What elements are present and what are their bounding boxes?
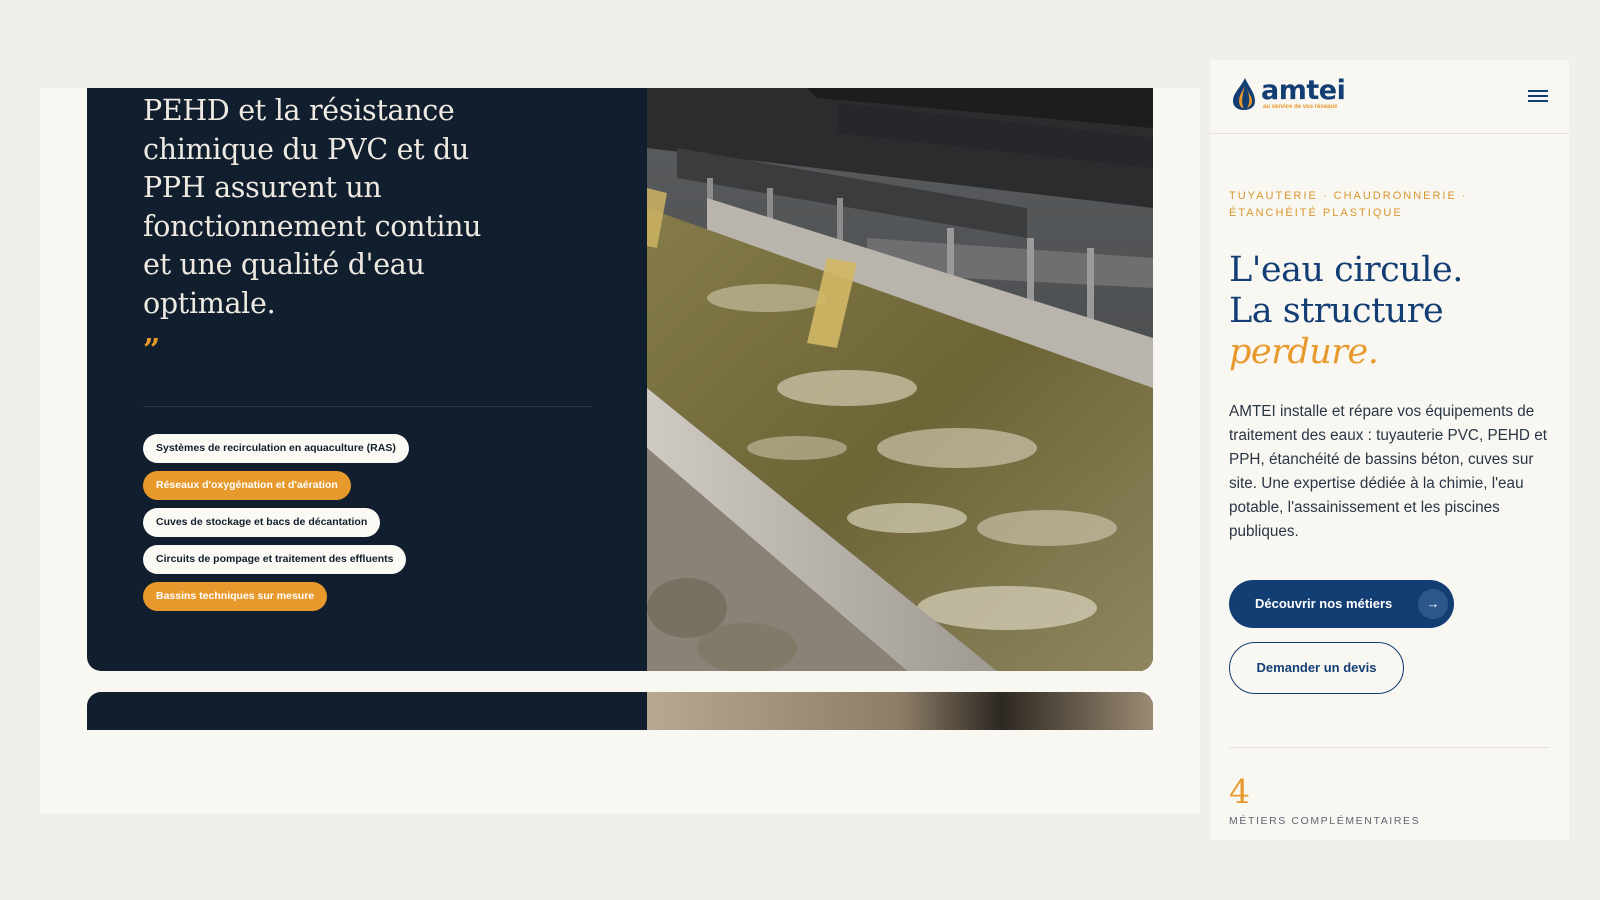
hero-intro: AMTEI installe et répare vos équipements… bbox=[1229, 403, 1547, 540]
eyebrow-line: ÉTANCHÉITÉ PLASTIQUE bbox=[1229, 207, 1403, 219]
desktop-preview: PEHD et la résistance chimique du PVC et… bbox=[40, 88, 1200, 813]
arrow-right-icon: → bbox=[1418, 589, 1448, 619]
quote-close-icon: ” bbox=[143, 333, 161, 368]
amtei-logo[interactable]: amtei au service de vos réseaux bbox=[1229, 75, 1346, 111]
card-divider bbox=[143, 406, 591, 407]
water-channel-photo-art bbox=[647, 88, 1153, 671]
tag-item: Circuits de pompage et traitement des ef… bbox=[143, 545, 407, 574]
tag-list: Systèmes de recirculation en aquaculture… bbox=[143, 434, 409, 619]
tag-item: Cuves de stockage et bacs de décantation bbox=[143, 508, 381, 537]
tag-item: Bassins techniques sur mesure bbox=[143, 582, 328, 611]
discover-trades-label: Découvrir nos métiers bbox=[1255, 596, 1393, 611]
hamburger-menu-icon[interactable] bbox=[1526, 87, 1550, 107]
site-header: amtei au service de vos réseaux bbox=[1210, 60, 1569, 134]
stat-label: MÉTIERS COMPLÉMENTAIRES bbox=[1229, 815, 1421, 827]
tag-item: Réseaux d'oxygénation et d'aération bbox=[143, 471, 351, 500]
section-divider bbox=[1229, 747, 1549, 748]
hero-eyebrow: TUYAUTERIE · CHAUDRONNERIE · ÉTANCHÉITÉ … bbox=[1229, 188, 1559, 222]
headline-line: La structure bbox=[1229, 291, 1444, 331]
tag-item: Systèmes de recirculation en aquaculture… bbox=[143, 434, 409, 463]
request-quote-button[interactable]: Demander un devis bbox=[1229, 642, 1404, 694]
headline-line: L'eau circule. bbox=[1229, 250, 1463, 290]
stat-number: 4 bbox=[1229, 772, 1250, 811]
page-background bbox=[40, 730, 1200, 813]
water-drop-logo-icon bbox=[1233, 78, 1255, 110]
hero-headline: L'eau circule. La structure perdure. bbox=[1229, 250, 1559, 373]
mobile-preview: amtei au service de vos réseaux TUYAUTER… bbox=[1210, 60, 1569, 840]
eyebrow-line: TUYAUTERIE · CHAUDRONNERIE · bbox=[1229, 190, 1468, 202]
water-channel-photo bbox=[647, 88, 1153, 671]
quote-text: PEHD et la résistance chimique du PVC et… bbox=[143, 94, 482, 320]
discover-trades-button[interactable]: Découvrir nos métiers → bbox=[1229, 580, 1454, 628]
logo-tagline: au service de vos réseaux bbox=[1263, 104, 1338, 110]
headline-accent: perdure. bbox=[1229, 332, 1379, 372]
logo-wordmark: amtei bbox=[1261, 75, 1346, 106]
application-card: PEHD et la résistance chimique du PVC et… bbox=[87, 88, 1153, 671]
